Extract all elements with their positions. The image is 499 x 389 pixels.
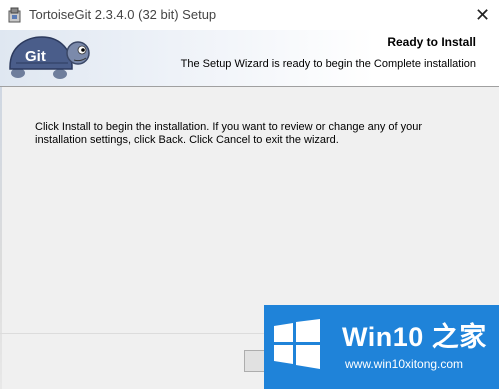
- setup-window: TortoiseGit 2.3.4.0 (32 bit) Setup ✕ Git…: [0, 0, 499, 389]
- logo-text: Git: [25, 48, 46, 65]
- page-subtitle: The Setup Wizard is ready to begin the C…: [180, 58, 476, 70]
- close-icon: ✕: [474, 4, 491, 25]
- watermark-url: www.win10xitong.com: [345, 357, 464, 371]
- page-title: Ready to Install: [387, 35, 476, 49]
- left-edge-strip: [0, 87, 2, 389]
- header-banner: Git Ready to Install The Setup Wizard is…: [0, 30, 499, 87]
- close-button[interactable]: ✕: [466, 0, 499, 30]
- tortoise-git-logo: Git: [9, 36, 90, 79]
- title-bar: TortoiseGit 2.3.4.0 (32 bit) Setup ✕: [0, 0, 499, 31]
- windows-logo-icon: [274, 319, 320, 369]
- installer-package-icon: [8, 7, 21, 23]
- watermark-title: Win10 之家: [342, 322, 487, 352]
- watermark-overlay: Win10 之家 www.win10xitong.com: [264, 305, 499, 389]
- window-title: TortoiseGit 2.3.4.0 (32 bit) Setup: [29, 7, 217, 22]
- install-instructions: Click Install to begin the installation.…: [35, 121, 423, 146]
